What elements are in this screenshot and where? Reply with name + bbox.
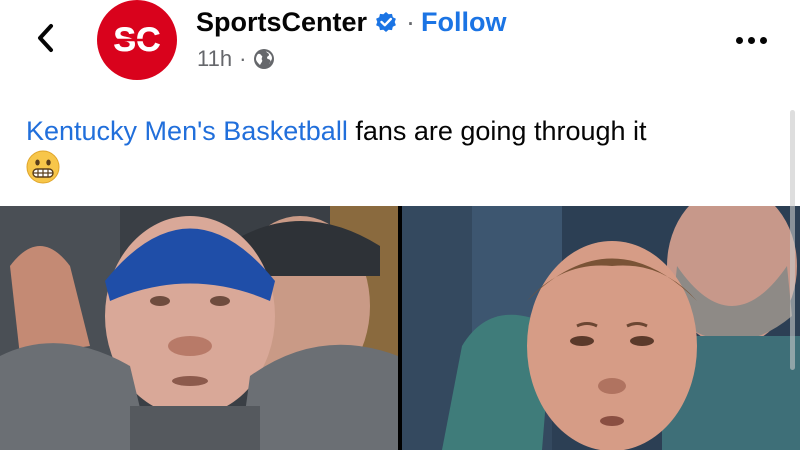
photo-right[interactable] <box>402 206 800 450</box>
scrollbar[interactable] <box>790 110 795 370</box>
page-name[interactable]: SportsCenter <box>196 7 367 38</box>
photo-left[interactable] <box>0 206 398 450</box>
chevron-left-icon <box>38 24 53 52</box>
separator-dot: · <box>406 6 416 37</box>
more-options-icon-dot <box>735 36 743 44</box>
post-meta: 11h · <box>197 44 275 74</box>
more-options-icon-dot <box>759 36 767 44</box>
photo-fan-blue-cap <box>0 206 398 450</box>
post-timestamp[interactable]: 11h <box>197 46 232 72</box>
sportscenter-logo: SC <box>110 21 164 59</box>
avatar[interactable]: SC <box>97 0 177 80</box>
verified-badge-icon <box>374 10 398 34</box>
grimacing-face-emoji <box>26 150 60 194</box>
hashtag-link[interactable]: Kentucky Men's Basketball <box>26 116 348 146</box>
back-button[interactable] <box>24 16 68 60</box>
more-options-button[interactable] <box>726 22 776 58</box>
more-options-icon-dot <box>747 36 755 44</box>
name-row: SportsCenter · Follow <box>196 3 507 41</box>
photo-fan-shocked <box>402 206 800 450</box>
follow-button[interactable]: Follow <box>421 7 506 38</box>
post-media <box>0 206 800 450</box>
post-header: SC SportsCenter · Follow 11h · <box>0 0 800 90</box>
meta-separator: · <box>239 46 247 71</box>
globe-icon <box>253 48 275 70</box>
caption-text: fans are going through it <box>347 116 647 146</box>
post-caption: Kentucky Men's Basketball fans are going… <box>26 112 766 194</box>
